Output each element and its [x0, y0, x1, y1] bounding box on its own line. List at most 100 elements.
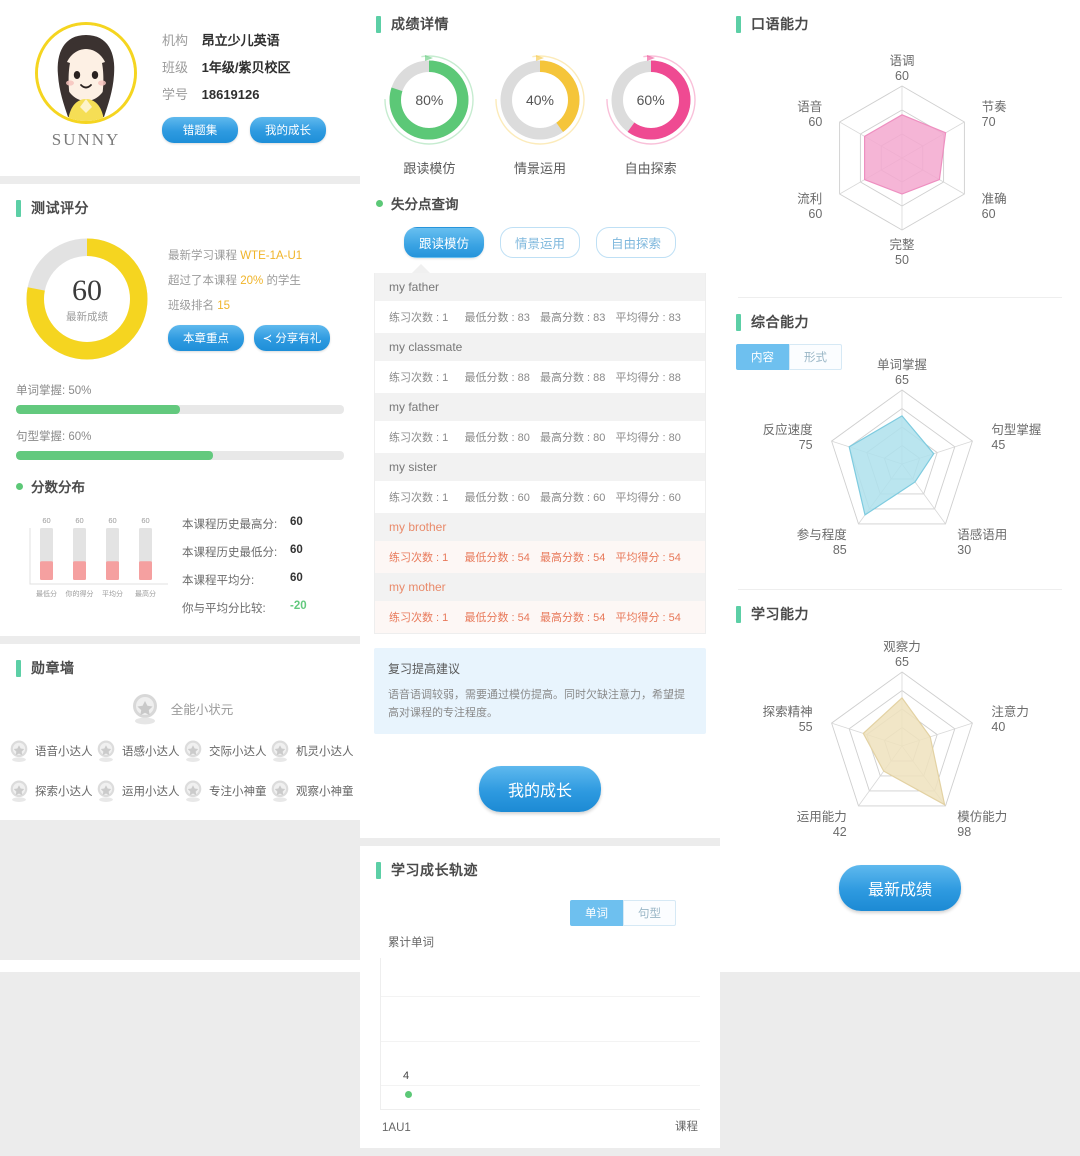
- radar-axis-value: 60: [808, 207, 822, 221]
- top-medal[interactable]: 全能小状元: [0, 688, 360, 734]
- left-bottom-filler: [0, 820, 360, 960]
- table-row: 练习次数 : 1 最低分数 : 54 最高分数 : 54 平均得分 : 54: [375, 541, 705, 573]
- tab-scenario-use[interactable]: 情景运用: [499, 227, 580, 258]
- radar-axis-value: 60: [982, 207, 996, 221]
- table-row-header: my father: [375, 273, 705, 301]
- share-reward-label: 分享有礼: [275, 333, 322, 345]
- share-reward-button[interactable]: ≺ 分享有礼: [254, 325, 330, 351]
- table-cell: 最低分数 : 80: [464, 432, 530, 444]
- right-column: 口语能力 语调 60 节奏 70 准确 60 完整 50 流利 60 语音 60 综合能力 内容 形式…: [720, 0, 1080, 972]
- table-row: 练习次数 : 1 最低分数 : 80 最高分数 : 80 平均得分 : 80: [375, 421, 705, 453]
- radar-axis-value: 55: [799, 720, 813, 734]
- learning-ability-card: 学习能力 观察力 65 注意力 40 模仿能力 98 运用能力 42 探索精神 55 最新成绩: [720, 590, 1080, 935]
- table-row: 练习次数 : 1 最低分数 : 83 最高分数 : 83 平均得分 : 83: [375, 301, 705, 333]
- gridline: [381, 995, 700, 997]
- oral-ability-card: 口语能力 语调 60 节奏 70 准确 60 完整 50 流利 60 语音 60: [720, 0, 1080, 298]
- score-detail-card: 成绩详情 80% 跟读模仿 40% 情景运用 60% 自由探索 失分点查询 跟读模仿 情景…: [360, 0, 720, 839]
- accent-bar: [16, 199, 21, 217]
- trajectory-point[interactable]: [405, 1091, 412, 1099]
- donut: 80%: [383, 54, 475, 146]
- profile-name: SUNNY: [51, 130, 121, 149]
- chapter-focus-button[interactable]: 本章重点: [168, 325, 244, 351]
- radar-area: [862, 697, 946, 806]
- radar-axis-value: 40: [991, 720, 1005, 734]
- medal-icon: [132, 694, 157, 725]
- radar-axis-label: 语音: [797, 99, 822, 114]
- tab-pointer-icon: [412, 264, 430, 273]
- donut-caption: 跟读模仿: [403, 161, 456, 176]
- top-medal-label: 全能小状元: [170, 702, 234, 717]
- svg-text:你的得分: 你的得分: [66, 589, 94, 598]
- medal-item[interactable]: 专注小神童: [180, 778, 267, 804]
- medal-icon: [10, 740, 28, 762]
- beat-suffix: 的学生: [266, 275, 301, 287]
- medal-icon: [97, 780, 115, 802]
- medal-label: 交际小达人: [209, 746, 267, 758]
- stat-row: 你与平均分比较: -20: [182, 600, 344, 616]
- medal-wall-card: 勋章墙 全能小状元 语音小达人 语感小达人 交际小达人 机灵小达人探索小达人 运用小达人…: [0, 644, 360, 820]
- comprehensive-radar-chart: 单词掌握65 句型掌握45 语感语用30 参与程度85 反应速度75: [763, 357, 1042, 557]
- dashboard-page: SUNNY 机构 昂立少儿英语 班级 1年级/紫贝校区 学号 18619126: [0, 0, 1080, 1156]
- profile-field-class-value: 1年级/紫贝校区: [201, 59, 291, 75]
- tab-follow-read[interactable]: 跟读模仿: [403, 227, 484, 258]
- radar-axis-label: 语调: [889, 54, 914, 68]
- profile-field-id-label: 学号: [162, 86, 189, 102]
- gridline: [381, 1041, 700, 1043]
- score-caption: 最新成绩: [66, 311, 108, 323]
- table-cell: 最高分数 : 88: [540, 372, 606, 384]
- table-row: 练习次数 : 1 最低分数 : 54 最高分数 : 54 平均得分 : 54: [375, 601, 705, 633]
- profile-field-id: 学号 18619126: [162, 84, 344, 103]
- trajectory-tabs: 单词 句型: [360, 890, 720, 927]
- left-column: SUNNY 机构 昂立少儿英语 班级 1年级/紫贝校区 学号 18619126: [0, 0, 360, 972]
- score-detail-donuts: 80% 跟读模仿 40% 情景运用 60% 自由探索: [360, 44, 720, 179]
- medal-item[interactable]: 探索小达人: [6, 778, 93, 804]
- radar-axis-label: 节奏: [982, 100, 1008, 114]
- medal-item[interactable]: 运用小达人: [93, 778, 180, 804]
- table-cell: 最高分数 : 83: [540, 312, 606, 324]
- table-cell: 平均得分 : 83: [615, 312, 681, 324]
- medal-label: 专注小神童: [209, 786, 267, 798]
- medal-title-row: 勋章墙: [16, 644, 344, 688]
- donut-caption: 自由探索: [624, 161, 677, 176]
- table-cell: 最低分数 : 60: [464, 492, 530, 504]
- medal-item[interactable]: 观察小神童: [267, 778, 354, 804]
- medal-item[interactable]: 语音小达人: [6, 738, 93, 764]
- tab-free-explore[interactable]: 自由探索: [596, 227, 677, 258]
- medal-item[interactable]: 机灵小达人: [267, 738, 354, 764]
- learning-ability-title: 学习能力: [751, 606, 809, 622]
- radar-axis-value: 50: [895, 253, 909, 264]
- my-growth-button[interactable]: 我的成长: [479, 766, 601, 813]
- profile-field-class-label: 班级: [162, 59, 189, 75]
- class-rank-value: 15: [217, 300, 230, 312]
- score-detail-title: 成绩详情: [391, 16, 449, 32]
- table-cell: 最低分数 : 54: [464, 552, 530, 564]
- score-info: 最新学习课程 WTE-1A-U1 超过了本课程 20% 的学生 班级排名 15 …: [152, 247, 344, 351]
- trajectory-ylabel: 累计单词: [388, 937, 434, 950]
- medal-icon: [271, 780, 289, 802]
- profile-card: SUNNY 机构 昂立少儿英语 班级 1年级/紫贝校区 学号 18619126: [0, 0, 360, 176]
- tab-words[interactable]: 单词: [570, 900, 623, 927]
- table-row-header: my father: [375, 393, 705, 421]
- word-mastery-bar: [16, 405, 344, 414]
- medal-icon: [184, 740, 202, 762]
- medal-icon: [97, 740, 115, 762]
- donut: 60%: [605, 54, 697, 146]
- medal-label: 机灵小达人: [296, 746, 354, 758]
- radar-axis-value: 85: [833, 543, 847, 557]
- error-collection-button[interactable]: 错题集: [162, 116, 238, 143]
- trajectory-x-first: 1AU1: [382, 1122, 411, 1135]
- stat-label: 本课程平均分:: [182, 575, 255, 587]
- table-cell: 最高分数 : 80: [540, 432, 606, 444]
- medal-item[interactable]: 交际小达人: [180, 738, 267, 764]
- section-divider: [0, 636, 360, 644]
- medal-item[interactable]: 语感小达人: [93, 738, 180, 764]
- radar-axis-label: 注意力: [991, 704, 1029, 719]
- avatar[interactable]: [35, 22, 137, 124]
- table-cell: 最高分数 : 60: [540, 492, 606, 504]
- tab-sentences[interactable]: 句型: [623, 900, 676, 927]
- radar-axis-label: 准确: [982, 192, 1007, 206]
- latest-score-button[interactable]: 最新成绩: [839, 865, 961, 911]
- medal-wall-title: 勋章墙: [31, 660, 75, 676]
- sentence-mastery-label: 句型掌握: 60%: [16, 431, 92, 443]
- my-growth-button-top[interactable]: 我的成长: [250, 116, 326, 143]
